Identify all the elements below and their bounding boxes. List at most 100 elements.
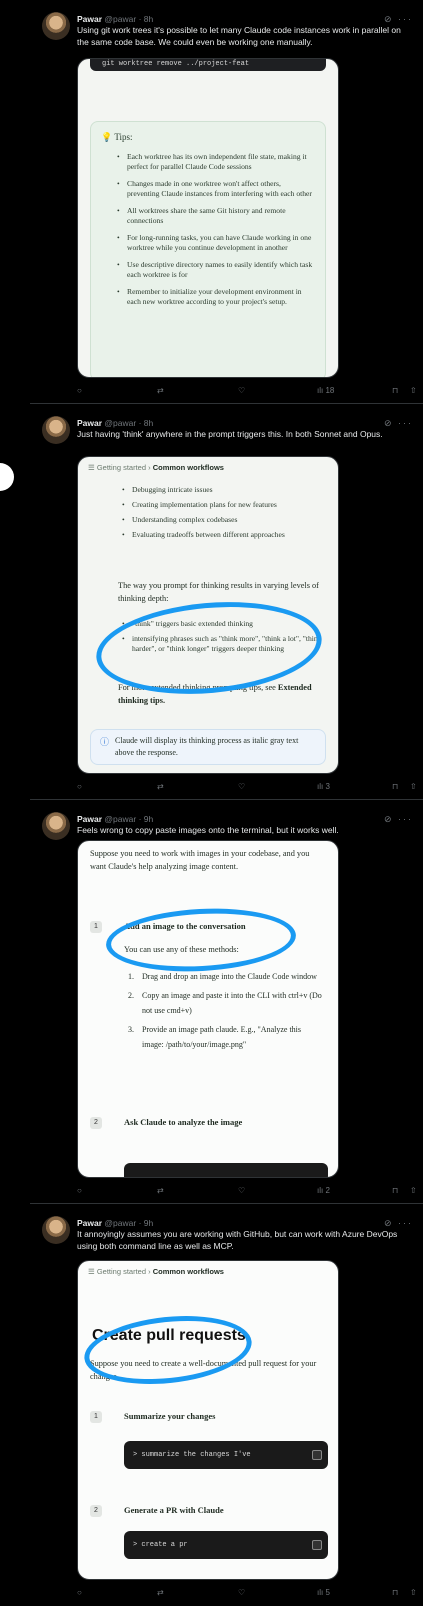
post-actions: ○ ⇄ ♡ ılı 18 ⊓ ⇧ xyxy=(77,384,417,398)
intro-paragraph: Suppose you need to work with images in … xyxy=(90,849,310,871)
like-icon[interactable]: ♡ xyxy=(238,384,245,398)
share-icon[interactable]: ⇧ xyxy=(410,1586,417,1600)
post-text: Just having 'think' anywhere in the prom… xyxy=(77,429,383,439)
like-icon[interactable]: ♡ xyxy=(238,780,245,794)
side-scroll-handle[interactable] xyxy=(0,463,14,491)
avatar[interactable] xyxy=(42,416,70,444)
repost-icon[interactable]: ⇄ xyxy=(157,780,164,794)
avatar[interactable] xyxy=(42,12,70,40)
avatar[interactable] xyxy=(42,1216,70,1244)
author-name[interactable]: Pawar xyxy=(77,418,102,428)
step-title: Generate a PR with Claude xyxy=(124,1505,224,1515)
tips-title: Tips: xyxy=(114,132,133,142)
post-actions: ○ ⇄ ♡ ılı 5 ⊓ ⇧ xyxy=(77,1586,417,1600)
code-text: > create a pr xyxy=(133,1541,188,1549)
step-subtitle: You can use any of these methods: xyxy=(124,945,239,954)
post-time[interactable]: 8h xyxy=(144,14,153,24)
repost-icon[interactable]: ⇄ xyxy=(157,1586,164,1600)
step-number: 1 xyxy=(90,1411,102,1423)
grok-icon[interactable]: ⊘ xyxy=(384,14,394,24)
reply-icon[interactable]: ○ xyxy=(77,384,82,398)
views-button[interactable]: ılı 5 xyxy=(317,1586,330,1600)
bookmark-icon[interactable]: ⊓ xyxy=(392,384,398,398)
breadcrumb: ☰ Getting started › Common workflows xyxy=(88,1267,224,1276)
step-title: Add an image to the conversation xyxy=(124,921,246,931)
code-block: > summarize the changes I've xyxy=(124,1441,328,1469)
post-time[interactable]: 9h xyxy=(144,1218,153,1228)
post-image[interactable]: Suppose you need to work with images in … xyxy=(77,840,339,1178)
bookmark-icon[interactable]: ⊓ xyxy=(392,1184,398,1198)
post-4[interactable]: Pawar @pawar · 9h ⊘ ··· It annoyingly as… xyxy=(30,1204,423,1606)
share-icon[interactable]: ⇧ xyxy=(410,780,417,794)
copy-icon[interactable] xyxy=(312,1540,322,1550)
repost-icon[interactable]: ⇄ xyxy=(157,384,164,398)
avatar[interactable] xyxy=(42,812,70,840)
author-handle[interactable]: @pawar xyxy=(104,814,136,824)
tips-callout: 💡 Tips: Each worktree has its own indepe… xyxy=(90,121,326,377)
views-button[interactable]: ılı 18 xyxy=(317,384,334,398)
post-text: It annoyingly assumes you are working wi… xyxy=(77,1229,398,1251)
post-2[interactable]: Pawar @pawar · 8h ⊘ ··· Just having 'thi… xyxy=(30,404,423,800)
post-image[interactable]: git worktree remove ../project-feat 💡 Ti… xyxy=(77,58,339,378)
bookmark-icon[interactable]: ⊓ xyxy=(392,1586,398,1600)
post-3[interactable]: Pawar @pawar · 9h ⊘ ··· Feels wrong to c… xyxy=(30,800,423,1204)
grok-icon[interactable]: ⊘ xyxy=(384,814,394,824)
repost-icon[interactable]: ⇄ xyxy=(157,1184,164,1198)
list-item: Creating implementation plans for new fe… xyxy=(120,500,322,510)
list-item: For long-running tasks, you can have Cla… xyxy=(117,233,313,253)
thinking-list: "think" triggers basic extended thinking… xyxy=(120,619,322,659)
post-image[interactable]: ☰ Getting started › Common workflows Deb… xyxy=(77,456,339,774)
info-text: Claude will display its thinking process… xyxy=(115,736,299,757)
list-item: Changes made in one worktree won't affec… xyxy=(117,179,313,199)
share-icon[interactable]: ⇧ xyxy=(410,384,417,398)
grok-icon[interactable]: ⊘ xyxy=(384,1218,394,1228)
list-item: Understanding complex codebases xyxy=(120,515,322,525)
step-title: Summarize your changes xyxy=(124,1411,216,1421)
grok-icon[interactable]: ⊘ xyxy=(384,418,394,428)
bookmark-icon[interactable]: ⊓ xyxy=(392,780,398,794)
reply-icon[interactable]: ○ xyxy=(77,1184,82,1198)
info-icon: ⓘ xyxy=(100,737,110,747)
views-button[interactable]: ılı 2 xyxy=(317,1184,330,1198)
feature-list: Debugging intricate issues Creating impl… xyxy=(120,485,322,545)
author-name[interactable]: Pawar xyxy=(77,814,102,824)
author-name[interactable]: Pawar xyxy=(77,14,102,24)
author-handle[interactable]: @pawar xyxy=(104,418,136,428)
reply-icon[interactable]: ○ xyxy=(77,1586,82,1600)
like-icon[interactable]: ♡ xyxy=(238,1586,245,1600)
author-name[interactable]: Pawar xyxy=(77,1218,102,1228)
like-icon[interactable]: ♡ xyxy=(238,1184,245,1198)
author-handle[interactable]: @pawar xyxy=(104,14,136,24)
page-title: Create pull requests xyxy=(92,1327,246,1344)
post-actions: ○ ⇄ ♡ ılı 3 ⊓ ⇧ xyxy=(77,780,417,794)
post-1[interactable]: Pawar @pawar · 8h ⊘ ··· Using git work t… xyxy=(30,0,423,404)
post-time[interactable]: 9h xyxy=(144,814,153,824)
list-item: Evaluating tradeoffs between different a… xyxy=(120,530,322,540)
step-number: 1 xyxy=(90,921,102,933)
methods-list: 1. Drag and drop an image into the Claude… xyxy=(128,969,324,1056)
author-handle[interactable]: @pawar xyxy=(104,1218,136,1228)
more-icon[interactable]: ··· xyxy=(398,14,413,24)
code-block: > create a pr xyxy=(124,1531,328,1559)
tips-paragraph: For more extended thinking prompting tip… xyxy=(118,683,312,705)
list-item: 1. Drag and drop an image into the Claude… xyxy=(128,972,317,981)
copy-icon[interactable] xyxy=(312,1450,322,1460)
post-time[interactable]: 8h xyxy=(144,418,153,428)
step-number: 2 xyxy=(90,1505,102,1517)
more-icon[interactable]: ··· xyxy=(398,1218,413,1228)
view-count: 5 xyxy=(325,1588,330,1597)
views-icon: ılı xyxy=(317,1186,324,1195)
post-actions: ○ ⇄ ♡ ılı 2 ⊓ ⇧ xyxy=(77,1184,417,1198)
share-icon[interactable]: ⇧ xyxy=(410,1184,417,1198)
views-button[interactable]: ılı 3 xyxy=(317,780,330,794)
post-header: Pawar @pawar · 9h ⊘ ··· xyxy=(77,814,413,824)
post-header: Pawar @pawar · 8h ⊘ ··· xyxy=(77,14,413,24)
menu-icon: ☰ xyxy=(88,1267,95,1276)
more-icon[interactable]: ··· xyxy=(398,418,413,428)
thinking-paragraph: The way you prompt for thinking results … xyxy=(118,581,319,603)
code-block xyxy=(124,1163,328,1177)
more-icon[interactable]: ··· xyxy=(398,814,413,824)
post-image[interactable]: ☰ Getting started › Common workflows Cre… xyxy=(77,1260,339,1580)
intro-paragraph: Suppose you need to create a well-docume… xyxy=(90,1359,317,1381)
reply-icon[interactable]: ○ xyxy=(77,780,82,794)
